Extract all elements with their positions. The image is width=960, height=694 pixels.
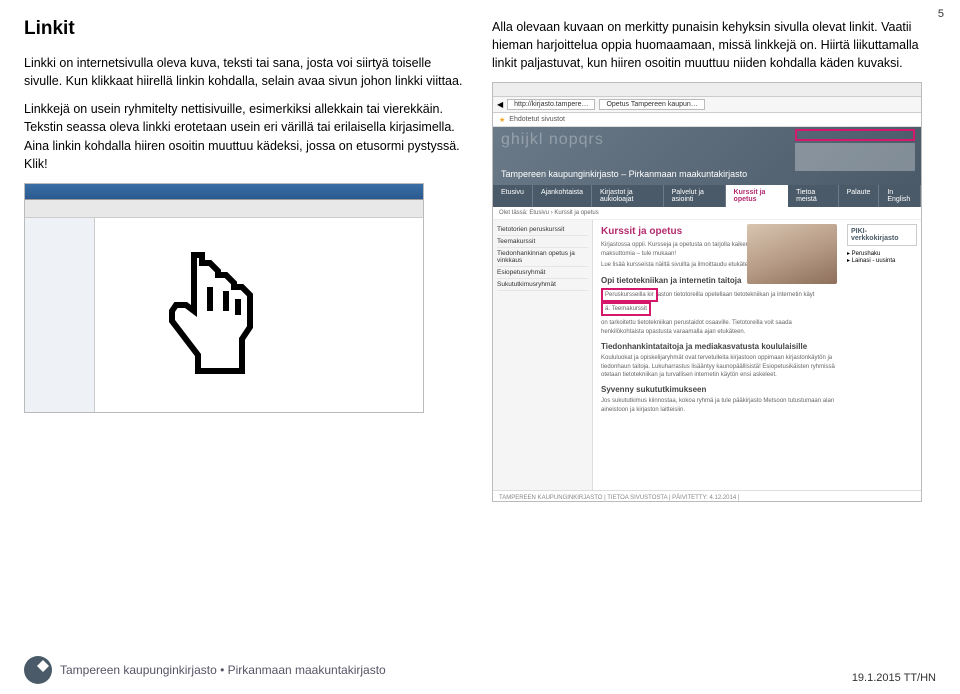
window-chrome [493,83,921,97]
paragraph: Linkkejä on usein ryhmitelty nettisivuil… [24,100,468,173]
page-number: 5 [938,8,944,20]
tab-item: Kirjastot ja aukioloajat [592,185,664,207]
tab-item-active: Kurssit ja opetus [726,185,789,207]
article-text: on tarkoitettu tietotekniikan perustaido… [601,319,835,336]
window-sidebar [25,218,95,412]
highlight-frame: ä. Teemakurssit [601,302,651,316]
tab-item: Etusivu [493,185,533,207]
browser-tab: http://kirjasto.tampere… [507,99,595,110]
hero-photo [747,224,837,284]
main-content: Linkit Linkki on internetsivulla oleva k… [0,0,960,502]
favorites-bar: ★ Ehdotetut sivustot [493,113,921,127]
article-main: Kurssit ja opetus Kirjastossa oppii. Kur… [593,220,843,490]
side-item: Teemakurssit [497,236,588,248]
right-column: Alla olevaan kuvaan on merkitty punaisin… [492,18,936,502]
left-column: Linkit Linkki on internetsivulla oleva k… [24,18,468,502]
aside-column: PIKI-verkkokirjasto ▸ Perushaku ▸ Lainas… [843,220,921,490]
screenshot-right: ◀ http://kirjasto.tampere… Opetus Tamper… [492,82,922,502]
site-banner: ghijkl nopqrs Tampereen kaupunginkirjast… [493,127,921,185]
tab-item: Palaute [839,185,880,207]
logo-mark-icon [24,656,52,684]
side-item: Sukututkimusryhmät [497,279,588,291]
page-body: Tietotorien peruskurssit Teemakurssit Ti… [493,220,921,490]
tab-item: Tietoa meistä [788,185,839,207]
hand-cursor-icon [150,239,270,389]
inline-text: aston tietotoreilla opetellaan tietotekn… [658,292,815,298]
article-subheading: Tiedonhankintataitoja ja mediakasvatusta… [601,342,835,351]
side-item: Tietotorien peruskurssit [497,224,588,236]
footer-logo: Tampereen kaupunginkirjasto • Pirkanmaan… [24,656,386,684]
paragraph: Alla olevaan kuvaan on merkitty punaisin… [492,18,936,72]
search-box [795,143,915,171]
side-item: Tiedonhankinnan opetus ja vinkkaus [497,248,588,267]
document-date: 19.1.2015 TT/HN [852,672,936,684]
site-brand: Tampereen kaupunginkirjasto – Pirkanmaan… [501,169,747,179]
paragraph: Linkki on internetsivulla oleva kuva, te… [24,54,468,90]
article-subheading: Syvenny sukututkimukseen [601,385,835,394]
tab-item: In English [879,185,921,207]
star-icon: ★ [499,116,505,124]
article-text: Koululuokat ja opiskelijaryhmät ovat ter… [601,354,835,379]
document-footer: Tampereen kaupunginkirjasto • Pirkanmaan… [24,656,936,684]
banner-bg-letters: ghijkl nopqrs [501,131,604,149]
address-bar: ◀ http://kirjasto.tampere… Opetus Tamper… [493,97,921,113]
highlight-frame: Peruskursseilla kir [601,288,658,302]
side-nav: Tietotorien peruskurssit Teemakurssit Ti… [493,220,593,490]
site-footer: TAMPEREEN KAUPUNGINKIRJASTO | TIETOA SIV… [493,490,921,502]
page-heading: Linkit [24,18,468,40]
tab-item: Palvelut ja asiointi [664,185,726,207]
tab-item: Ajankohtaista [533,185,592,207]
suggested-label: Ehdotetut sivustot [509,116,565,123]
browser-tab: Opetus Tampereen kaupun… [599,99,704,110]
piki-box: PIKI-verkkokirjasto [847,224,917,246]
breadcrumb: Olet tässä: Etusivu › Kurssit ja opetus [493,207,921,220]
article-text: Peruskursseilla kiraston tietotoreilla o… [601,288,835,317]
nav-back-icon: ◀ [497,100,503,109]
window-toolbar [25,200,423,218]
side-item: Esiopetusryhmät [497,267,588,279]
piki-link: ▸ Perushaku [847,250,917,257]
footer-brand-text: Tampereen kaupunginkirjasto • Pirkanmaan… [60,663,386,677]
screenshot-left [24,183,424,413]
piki-link: ▸ Lainasi - uusinta [847,257,917,264]
window-titlebar [25,184,423,200]
nav-tabs: Etusivu Ajankohtaista Kirjastot ja aukio… [493,185,921,207]
article-text: Jos sukututkimus kiinnostaa, kokoa ryhmä… [601,397,835,414]
highlight-frame [795,129,915,141]
